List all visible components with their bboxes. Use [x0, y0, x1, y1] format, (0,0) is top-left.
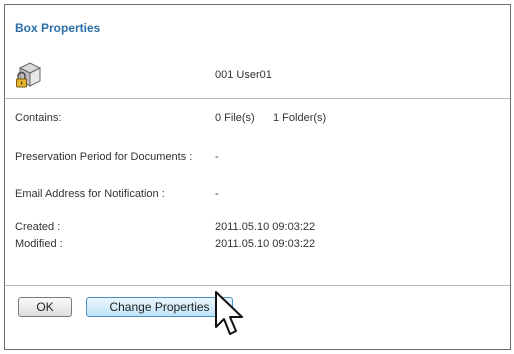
- email-notification-value: -: [215, 188, 219, 200]
- panel-title: Box Properties: [15, 21, 101, 35]
- contains-label: Contains:: [15, 112, 62, 124]
- divider: [5, 98, 510, 99]
- locked-box-icon: [16, 62, 42, 88]
- contains-files: 0 File(s): [215, 112, 255, 124]
- created-value: 2011.05.10 09:03:22: [215, 221, 316, 233]
- box-properties-panel: [4, 4, 511, 350]
- email-notification-label: Email Address for Notification :: [15, 188, 165, 200]
- preservation-period-label: Preservation Period for Documents :: [15, 151, 193, 163]
- contains-folders: 1 Folder(s): [273, 112, 327, 124]
- divider: [5, 285, 510, 286]
- created-label: Created :: [15, 221, 61, 233]
- change-properties-button[interactable]: Change Properties: [86, 297, 233, 317]
- modified-value: 2011.05.10 09:03:22: [215, 238, 316, 250]
- box-name: 001 User01: [215, 69, 272, 81]
- ok-button[interactable]: OK: [18, 297, 72, 317]
- modified-label: Modified :: [15, 238, 63, 250]
- mouse-pointer-icon: [215, 291, 243, 335]
- preservation-period-value: -: [215, 151, 219, 163]
